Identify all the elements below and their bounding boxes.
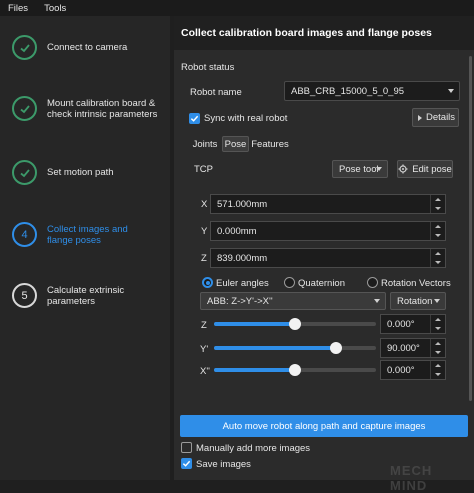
z-angle-value: 0.000° xyxy=(387,318,415,330)
check-icon xyxy=(12,160,37,185)
x-angle-value: 0.000° xyxy=(387,364,415,376)
x-angle-input[interactable]: 0.000° xyxy=(380,360,446,380)
rotation-label: Rotation xyxy=(397,295,433,307)
chevron-down-icon xyxy=(374,299,380,303)
rotation-vectors-label: Rotation Vectors xyxy=(381,278,451,289)
x-position-value: 571.000mm xyxy=(217,198,268,210)
slider-handle[interactable] xyxy=(289,364,301,376)
manual-add-label: Manually add more images xyxy=(196,443,311,454)
x-axis-label: X xyxy=(201,199,208,210)
spin-arrows-icon[interactable] xyxy=(430,249,445,267)
spin-arrows-icon[interactable] xyxy=(430,315,445,333)
x-angle-slider[interactable] xyxy=(214,364,376,376)
z-position-value: 839.000mm xyxy=(217,252,268,264)
x-position-input[interactable]: 571.000mm xyxy=(210,194,446,214)
chevron-down-icon xyxy=(434,299,440,303)
spin-arrows-icon[interactable] xyxy=(430,339,445,357)
y-position-value: 0.000mm xyxy=(217,225,257,237)
y-angle-value: 90.000° xyxy=(387,342,420,354)
step-label: Set motion path xyxy=(47,167,114,178)
step-label: Connect to camera xyxy=(47,42,128,53)
sync-checkbox[interactable] xyxy=(189,113,200,124)
z-axis-label: Z xyxy=(201,253,207,264)
euler-angles-radio[interactable] xyxy=(202,277,213,288)
slider-handle[interactable] xyxy=(289,318,301,330)
quaternion-label: Quaternion xyxy=(298,278,346,289)
save-images-checkbox[interactable] xyxy=(181,458,192,469)
euler-angles-label: Euler angles xyxy=(216,278,269,289)
chevron-down-icon xyxy=(448,89,454,93)
z-position-input[interactable]: 839.000mm xyxy=(210,248,446,268)
robot-name-label: Robot name xyxy=(190,87,242,98)
tab-joints[interactable]: Joints xyxy=(191,136,219,152)
step-collect-images[interactable]: 4 Collect images and flange poses xyxy=(12,222,167,247)
y-position-input[interactable]: 0.000mm xyxy=(210,221,446,241)
step-number-badge: 4 xyxy=(12,222,37,247)
panel-scrollbar[interactable] xyxy=(469,56,472,401)
check-icon xyxy=(190,115,199,122)
check-icon xyxy=(12,35,37,60)
euler-convention-value: ABB: Z->Y'->X'' xyxy=(207,295,273,307)
pose-tool-label: Pose tool xyxy=(339,163,379,175)
save-images-label: Save images xyxy=(196,459,251,470)
robot-name-dropdown[interactable]: ABB_CRB_15000_5_0_95 xyxy=(284,81,460,101)
slider-handle[interactable] xyxy=(329,342,342,354)
robot-status-heading: Robot status xyxy=(181,62,235,73)
slider-fill xyxy=(214,346,336,350)
step-label: Calculate extrinsic parameters xyxy=(47,284,125,307)
x-angle-label: X'' xyxy=(200,366,210,377)
y-axis-label: Y xyxy=(201,226,208,237)
check-icon xyxy=(12,96,37,121)
slider-fill xyxy=(214,368,295,372)
step-motion-path[interactable]: Set motion path xyxy=(12,160,167,185)
step-label: Collect images and flange poses xyxy=(47,223,128,246)
tcp-label: TCP xyxy=(194,164,213,175)
auto-move-capture-button[interactable]: Auto move robot along path and capture i… xyxy=(180,415,468,437)
chevron-down-icon xyxy=(376,167,382,171)
edit-pose-label: Edit pose xyxy=(412,163,452,175)
step-sidebar: Connect to camera Mount calibration boar… xyxy=(0,16,170,480)
details-button[interactable]: Details xyxy=(412,108,459,127)
menu-files[interactable]: Files xyxy=(8,3,28,14)
step-connect-camera[interactable]: Connect to camera xyxy=(12,35,167,60)
watermark: MECH MIND xyxy=(390,463,433,493)
quaternion-radio[interactable] xyxy=(284,277,295,288)
y-angle-input[interactable]: 90.000° xyxy=(380,338,446,358)
tab-pose[interactable]: Pose xyxy=(222,136,249,152)
step-label: Mount calibration board & check intrinsi… xyxy=(47,97,158,120)
gear-icon xyxy=(398,164,408,174)
y-angle-label: Y' xyxy=(200,344,209,355)
menu-tools[interactable]: Tools xyxy=(44,3,66,14)
spin-arrows-icon[interactable] xyxy=(430,222,445,240)
y-angle-slider[interactable] xyxy=(214,342,376,354)
rotation-dropdown[interactable]: Rotation xyxy=(390,292,446,310)
menu-bar: Files Tools xyxy=(0,0,474,16)
spin-arrows-icon[interactable] xyxy=(430,195,445,213)
edit-pose-button[interactable]: Edit pose xyxy=(397,160,453,178)
z-angle-input[interactable]: 0.000° xyxy=(380,314,446,334)
z-angle-slider[interactable] xyxy=(214,318,376,330)
panel-title: Collect calibration board images and fla… xyxy=(174,16,474,50)
step-mount-board[interactable]: Mount calibration board & check intrinsi… xyxy=(12,96,167,121)
z-angle-label: Z xyxy=(201,320,207,331)
spin-arrows-icon[interactable] xyxy=(430,361,445,379)
tab-features[interactable]: Features xyxy=(251,136,289,152)
details-label: Details xyxy=(426,112,456,123)
check-icon xyxy=(182,460,191,467)
robot-name-value: ABB_CRB_15000_5_0_95 xyxy=(291,85,405,97)
step-number-badge: 5 xyxy=(12,283,37,308)
slider-fill xyxy=(214,322,295,326)
euler-convention-dropdown[interactable]: ABB: Z->Y'->X'' xyxy=(200,292,386,310)
manual-add-checkbox[interactable] xyxy=(181,442,192,453)
sync-label: Sync with real robot xyxy=(204,113,288,124)
rotation-vectors-radio[interactable] xyxy=(367,277,378,288)
pose-tool-dropdown[interactable]: Pose tool xyxy=(332,160,388,178)
step-calculate-extrinsic[interactable]: 5 Calculate extrinsic parameters xyxy=(12,283,167,308)
caret-right-icon xyxy=(418,114,422,121)
